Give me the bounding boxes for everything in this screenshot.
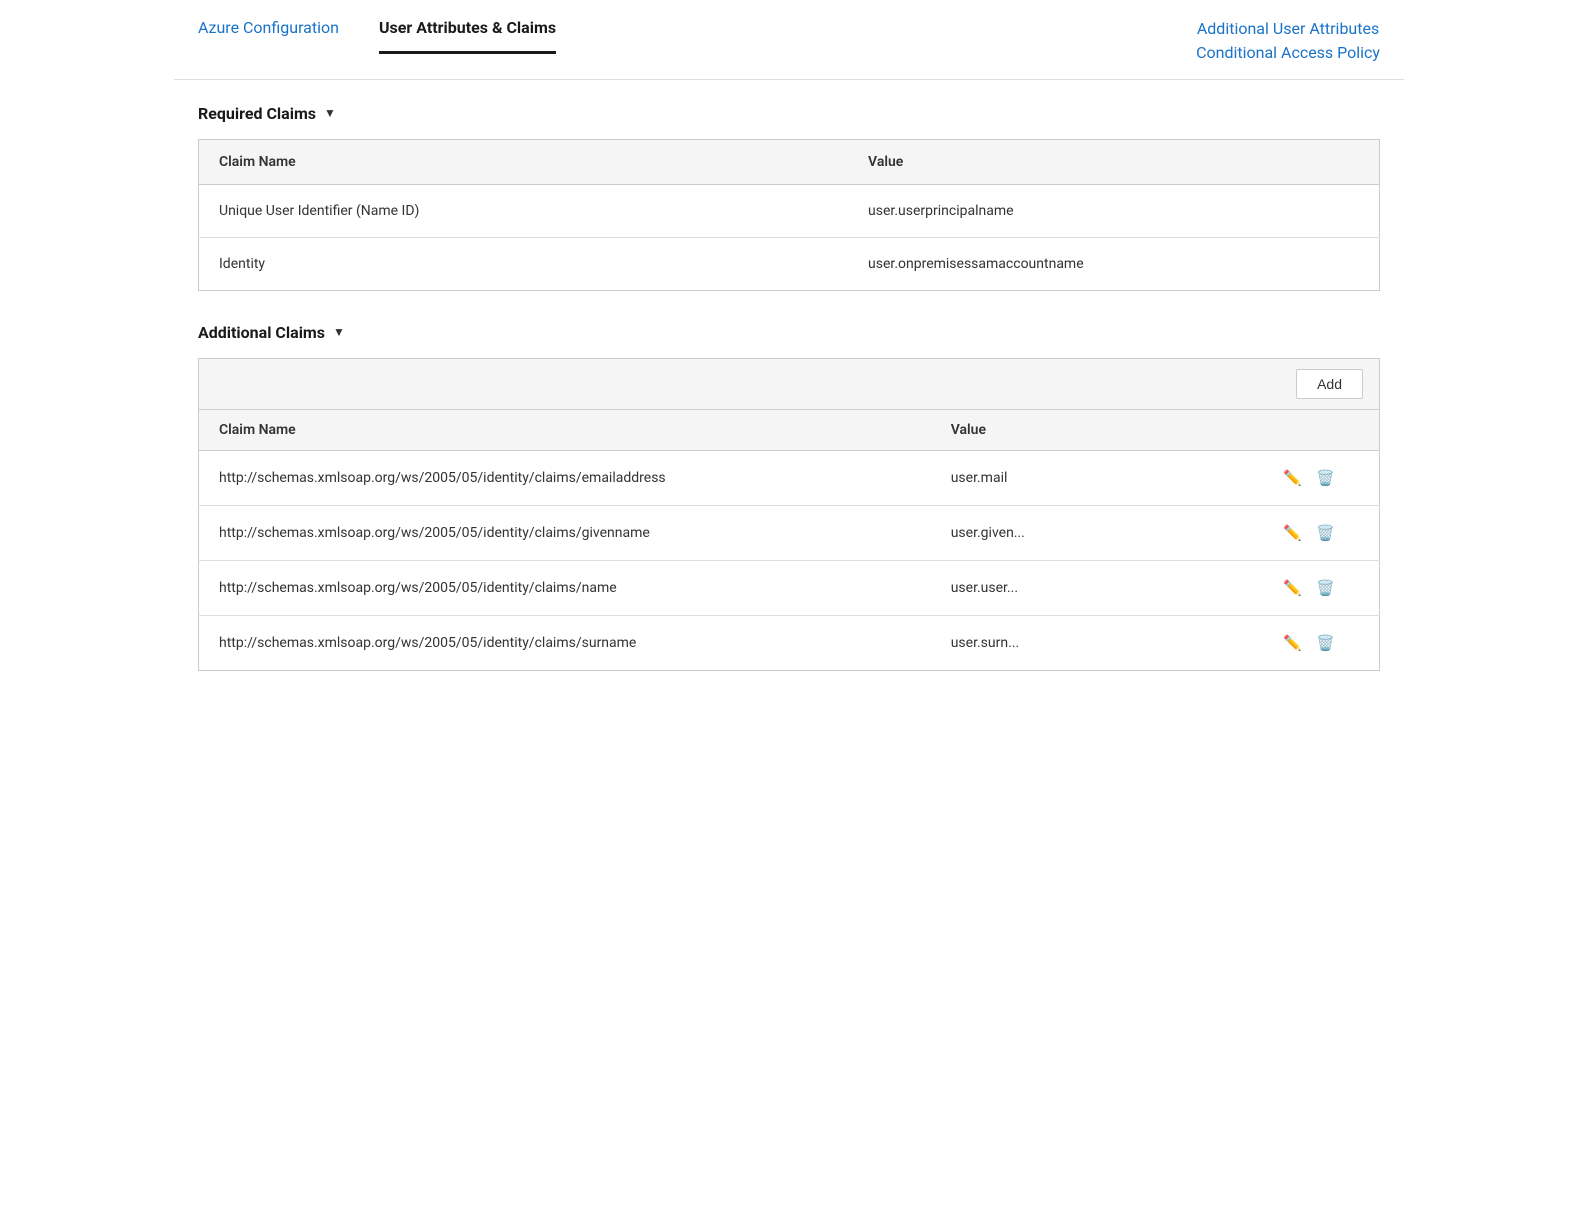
table-row: http://schemas.xmlsoap.org/ws/2005/05/id… [199,505,1380,560]
tab-additional-user-attributes[interactable]: Additional User Attributes [1197,18,1379,40]
claim-name-cell: http://schemas.xmlsoap.org/ws/2005/05/id… [199,560,931,615]
claim-value-cell: user.given... [931,505,1262,560]
main-content: Required Claims ▼ Claim Name Value Uniqu… [174,80,1404,695]
additional-claims-col-value: Value [931,409,1262,450]
additional-claims-header-row: Claim Name Value [199,409,1380,450]
additional-claims-arrow: ▼ [333,325,345,339]
edit-claim-button[interactable]: ✏️ [1281,632,1304,654]
add-row-toolbar: Add [198,358,1380,409]
claim-name-cell: Unique User Identifier (Name ID) [199,184,849,237]
additional-claims-section-header[interactable]: Additional Claims ▼ [198,323,1380,342]
additional-claims-table: Claim Name Value http://schemas.xmlsoap.… [198,409,1380,671]
claim-actions-cell: ✏️ 🗑️ [1261,615,1379,670]
delete-claim-button[interactable]: 🗑️ [1314,632,1337,654]
claim-value-cell: user.surn... [931,615,1262,670]
tab-azure-config[interactable]: Azure Configuration [198,18,339,51]
claim-name-cell: http://schemas.xmlsoap.org/ws/2005/05/id… [199,615,931,670]
claim-value-cell: user.user... [931,560,1262,615]
claim-value-cell: user.mail [931,450,1262,505]
delete-claim-button[interactable]: 🗑️ [1314,577,1337,599]
edit-claim-button[interactable]: ✏️ [1281,522,1304,544]
required-claims-section-header[interactable]: Required Claims ▼ [198,104,1380,123]
additional-claims-col-name: Claim Name [199,409,931,450]
table-row: http://schemas.xmlsoap.org/ws/2005/05/id… [199,560,1380,615]
nav-tabs: Azure Configuration User Attributes & Cl… [174,0,1404,80]
add-claim-button[interactable]: Add [1296,369,1363,399]
table-row: Identity user.onpremisessamaccountname [199,237,1380,290]
tab-user-attributes[interactable]: User Attributes & Claims [379,18,556,54]
claim-name-cell: http://schemas.xmlsoap.org/ws/2005/05/id… [199,450,931,505]
table-row: Unique User Identifier (Name ID) user.us… [199,184,1380,237]
required-claims-header-row: Claim Name Value [199,139,1380,184]
required-claims-col-value: Value [848,139,1379,184]
claim-actions-cell: ✏️ 🗑️ [1261,450,1379,505]
edit-claim-button[interactable]: ✏️ [1281,577,1304,599]
delete-claim-button[interactable]: 🗑️ [1314,522,1337,544]
delete-claim-button[interactable]: 🗑️ [1314,467,1337,489]
required-claims-table: Claim Name Value Unique User Identifier … [198,139,1380,291]
claim-actions-cell: ✏️ 🗑️ [1261,505,1379,560]
additional-claims-col-actions [1261,409,1379,450]
table-row: http://schemas.xmlsoap.org/ws/2005/05/id… [199,450,1380,505]
required-claims-arrow: ▼ [324,106,336,120]
tab-conditional-access-policy[interactable]: Conditional Access Policy [1196,42,1380,64]
claim-actions-cell: ✏️ 🗑️ [1261,560,1379,615]
claim-name-cell: Identity [199,237,849,290]
claim-value-cell: user.userprincipalname [848,184,1379,237]
required-claims-title: Required Claims [198,104,316,123]
required-claims-col-name: Claim Name [199,139,849,184]
edit-claim-button[interactable]: ✏️ [1281,467,1304,489]
additional-claims-title: Additional Claims [198,323,325,342]
claim-value-cell: user.onpremisessamaccountname [848,237,1379,290]
tab-right-group[interactable]: Additional User Attributes Conditional A… [1196,18,1380,79]
claim-name-cell: http://schemas.xmlsoap.org/ws/2005/05/id… [199,505,931,560]
table-row: http://schemas.xmlsoap.org/ws/2005/05/id… [199,615,1380,670]
